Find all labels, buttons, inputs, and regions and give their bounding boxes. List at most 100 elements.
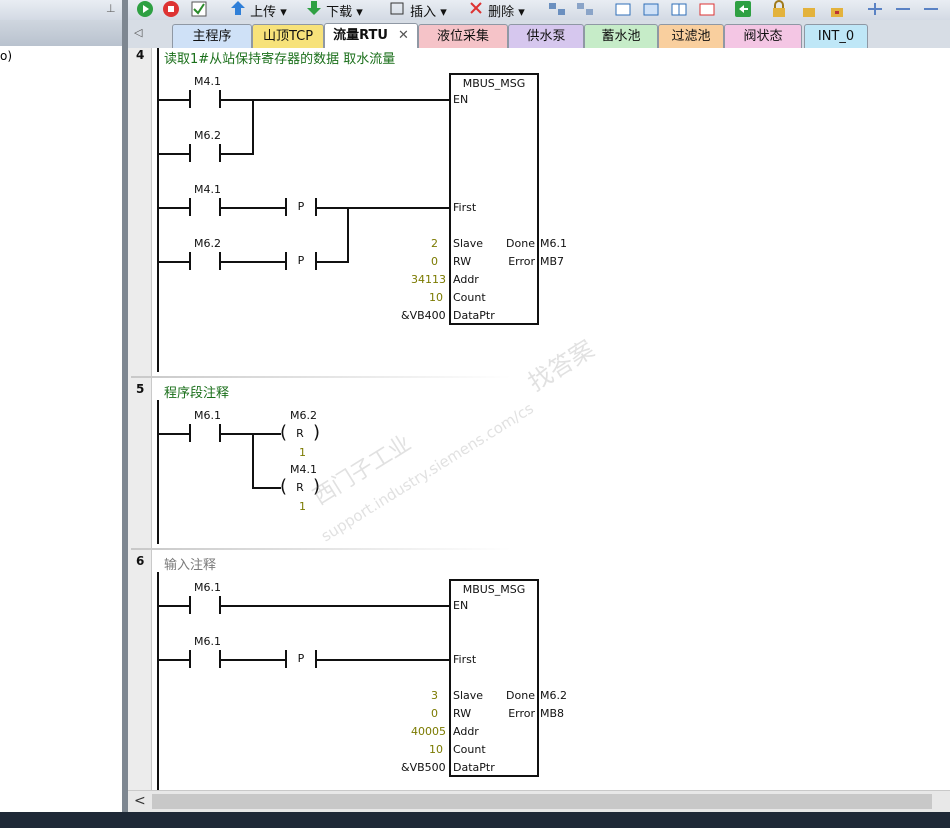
wire [159,659,189,661]
goto-icon[interactable] [734,0,752,18]
tab-8[interactable]: 阀状态 [724,24,802,48]
positive-edge-contact[interactable]: P [285,650,317,668]
tab-scroll-left-icon[interactable]: ◁ [134,26,142,39]
contact-address: M6.2 [194,129,221,142]
slave-value[interactable]: 3 [431,689,438,702]
tab-3[interactable]: 流量RTU ✕ [324,23,418,48]
edge-label: P [297,200,305,213]
edge-label: P [297,254,305,267]
network-comment[interactable]: 程序段注释 [164,382,229,401]
tab-7[interactable]: 过滤池 [658,24,724,48]
pin-addr: Addr [453,725,479,738]
reset-coil[interactable]: (R) [280,424,320,444]
network-dup-icon[interactable] [576,0,594,18]
wire [252,99,254,155]
scroll-thumb[interactable] [152,794,932,809]
stop-icon[interactable] [162,0,180,18]
tab-5[interactable]: 供水泵 [508,24,584,48]
delete-button[interactable]: 删除 ▾ [468,0,525,20]
tab-2[interactable]: 山顶TCP [252,24,324,48]
error-value[interactable]: MB8 [540,707,564,720]
wire [159,153,189,155]
contact[interactable] [189,424,221,442]
contact-tool-icon[interactable] [866,0,884,18]
count-value[interactable]: 10 [429,743,443,756]
delete-icon [470,2,482,14]
window-close-icon[interactable] [698,0,716,18]
program-tab-bar: ◁ 主程序 山顶TCP 流量RTU ✕ 液位采集 供水泵 蓄水池 过滤池 阀状态 INT_0 [128,20,950,49]
lock-open-icon[interactable] [800,0,818,18]
mbus-msg-block[interactable]: MBUS_MSG EN First Slave RW Addr Count Da… [449,579,539,777]
dataptr-value[interactable]: &VB400 [401,309,446,322]
compile-icon[interactable] [190,0,208,18]
project-tree-item[interactable]: o) [0,49,12,63]
pin-slave: Slave [453,689,484,702]
window-icon[interactable] [614,0,632,18]
coil-tool-icon[interactable] [894,0,912,18]
network-separator [131,376,511,378]
tab-label: INT_0 [817,29,855,44]
tab-1[interactable]: 主程序 [172,24,252,48]
insert-label: 插入 [410,5,437,20]
tab-6[interactable]: 蓄水池 [584,24,658,48]
lock-all-icon[interactable] [828,0,846,18]
pin-count: Count [453,743,486,756]
window-split-icon[interactable] [642,0,660,18]
lock-icon[interactable] [770,0,788,18]
upload-button[interactable]: 上传 ▾ [230,0,287,20]
addr-value[interactable]: 34113 [411,273,446,286]
tab-9[interactable]: INT_0 [804,24,868,48]
tab-4[interactable]: 液位采集 [418,24,508,48]
run-icon[interactable] [136,0,154,18]
ladder-editor[interactable]: 4 读取1#从站保持寄存器的数据 取水流量 M4.1 M6.2 M4.1 P M… [128,48,950,790]
contact[interactable] [189,198,221,216]
box-tool-icon[interactable] [922,0,940,18]
coil-count[interactable]: 1 [299,500,306,513]
insert-button[interactable]: 插入 ▾ [390,0,447,20]
tab-label: 过滤池 [671,29,711,44]
contact-address: M6.1 [194,635,221,648]
pin-rw: RW [453,255,472,268]
rw-value[interactable]: 0 [431,707,438,720]
download-button[interactable]: 下载 ▾ [306,0,363,20]
wire [317,207,449,209]
coil-op: R [296,481,304,494]
count-value[interactable]: 10 [429,291,443,304]
network-comment[interactable]: 输入注释 [164,554,216,573]
dataptr-value[interactable]: &VB500 [401,761,446,774]
delete-label: 删除 [488,5,515,20]
tab-close-icon[interactable]: ✕ [398,28,409,43]
wire [159,433,189,435]
scroll-left-icon[interactable]: < [134,793,146,809]
positive-edge-contact[interactable]: P [285,198,317,216]
contact[interactable] [189,252,221,270]
coil-count[interactable]: 1 [299,446,306,459]
rw-value[interactable]: 0 [431,255,438,268]
addr-value[interactable]: 40005 [411,725,446,738]
contact[interactable] [189,650,221,668]
power-rail [157,48,159,372]
horizontal-scrollbar[interactable]: < [128,790,950,813]
coil-address: M6.2 [290,409,317,422]
done-value[interactable]: M6.1 [540,237,567,250]
wire [221,99,449,101]
contact[interactable] [189,90,221,108]
pin-icon[interactable]: ⊥ [106,2,116,15]
done-value[interactable]: M6.2 [540,689,567,702]
network-comment[interactable]: 读取1#从站保持寄存器的数据 取水流量 [164,48,395,67]
network-separator [131,548,511,550]
window-tile-icon[interactable] [670,0,688,18]
slave-value[interactable]: 2 [431,237,438,250]
tab-label: 蓄水池 [601,29,641,44]
mbus-msg-block[interactable]: MBUS_MSG EN First Slave RW Addr Count Da… [449,73,539,325]
positive-edge-contact[interactable]: P [285,252,317,270]
contact[interactable] [189,144,221,162]
insert-icon [390,2,404,15]
pin-en: EN [453,93,469,106]
network-icon[interactable] [548,0,566,18]
tab-label: 山顶TCP [262,29,314,44]
coil-op: R [296,427,304,440]
error-value[interactable]: MB7 [540,255,564,268]
contact[interactable] [189,596,221,614]
pin-dataptr: DataPtr [453,309,495,322]
